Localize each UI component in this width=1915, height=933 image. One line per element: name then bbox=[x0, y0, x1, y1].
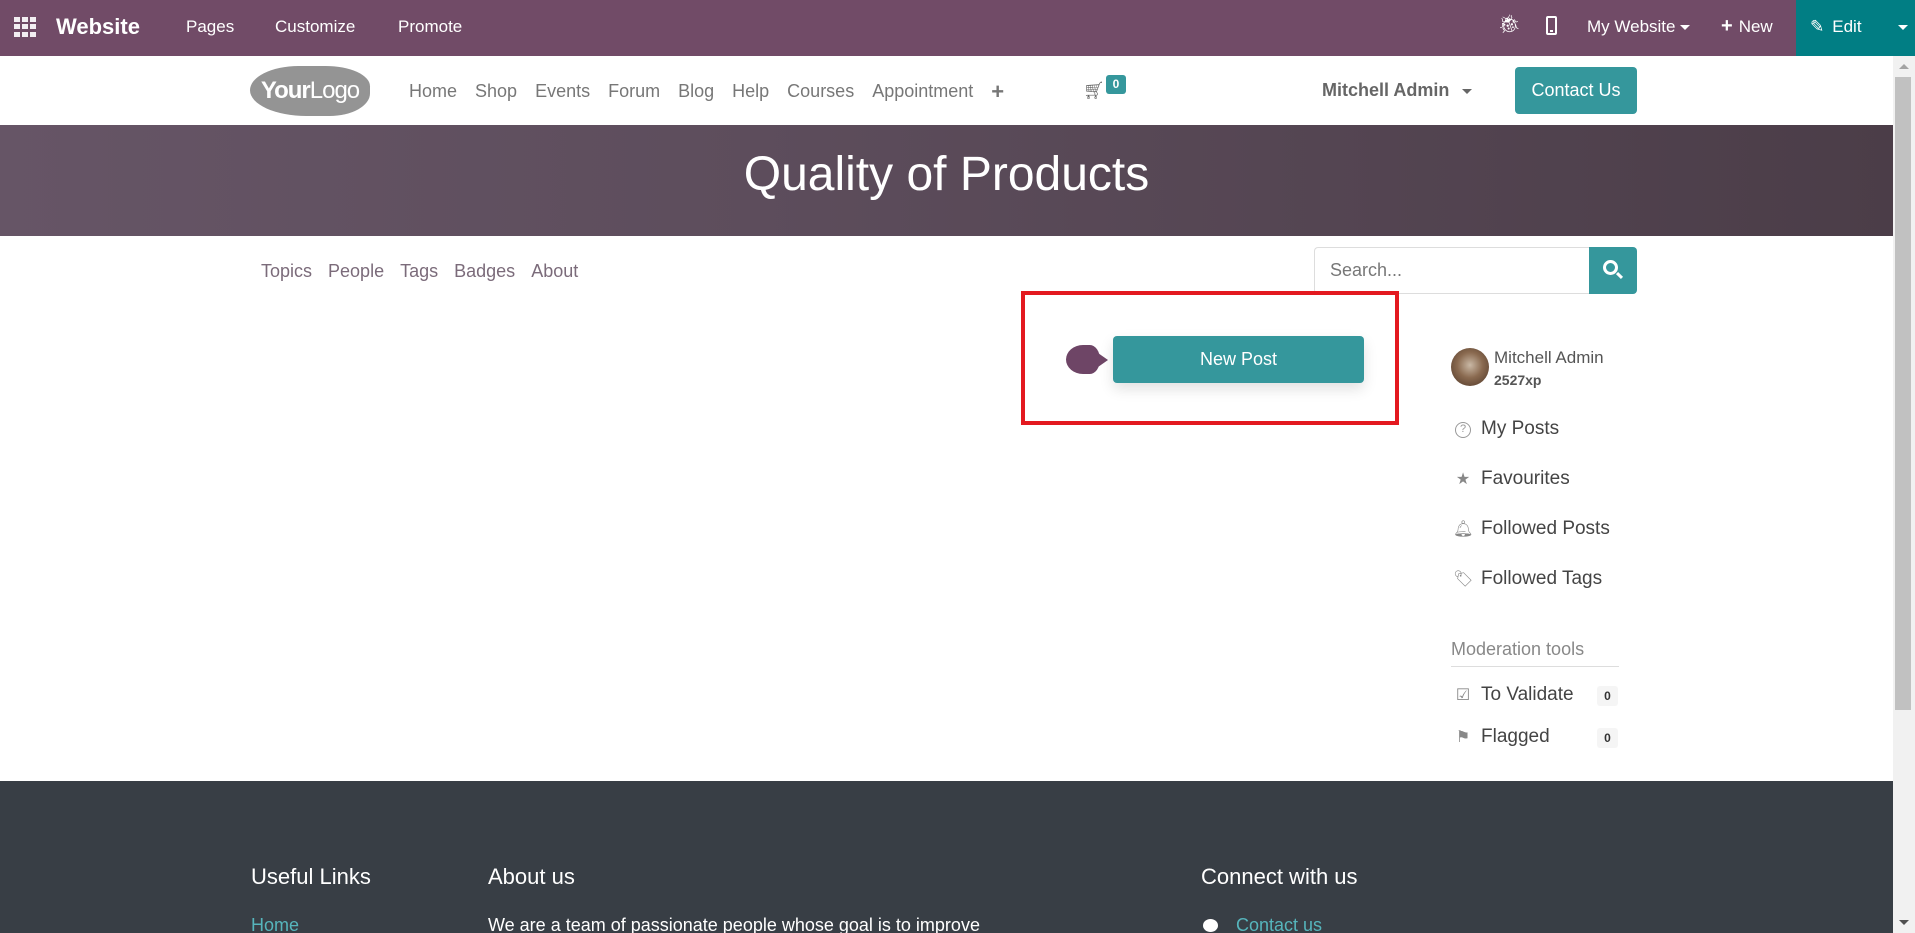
sidebar-item-label: My Posts bbox=[1481, 418, 1560, 439]
flagged-count-badge: 0 bbox=[1597, 728, 1618, 748]
forum-nav-badges[interactable]: Badges bbox=[454, 261, 515, 281]
app-name[interactable]: Website bbox=[56, 14, 140, 40]
sidebar-item-label: Followed Tags bbox=[1481, 568, 1603, 589]
main-nav: Home Shop Events Forum Blog Help Courses Appoin… bbox=[409, 79, 1044, 105]
nav-shop[interactable]: Shop bbox=[475, 81, 517, 102]
website-selector[interactable]: My Website bbox=[1587, 17, 1690, 37]
logo-light-text: Logo bbox=[309, 77, 360, 104]
new-button-label: New bbox=[1738, 17, 1773, 36]
edit-button[interactable]: ✎ Edit bbox=[1810, 17, 1862, 37]
website-selector-label: My Website bbox=[1587, 17, 1676, 36]
sidebar-item-to-validate[interactable]: ☑ To Validate bbox=[1453, 684, 1574, 706]
mobile-phone-icon[interactable] bbox=[1546, 16, 1557, 35]
caret-down-icon bbox=[1679, 25, 1690, 31]
scrollbar-thumb[interactable] bbox=[1895, 77, 1911, 710]
star-icon: ★ bbox=[1455, 471, 1471, 488]
site-footer: Useful Links Home About us We are a team… bbox=[0, 781, 1893, 933]
contact-us-button[interactable]: Contact Us bbox=[1515, 67, 1637, 114]
new-button[interactable]: + New bbox=[1721, 15, 1773, 38]
sidebar-item-followed-tags[interactable]: 🏷︎ Followed Tags bbox=[1453, 568, 1602, 590]
sidebar-item-flagged[interactable]: ⚑ Flagged bbox=[1453, 726, 1550, 748]
forum-banner: Quality of Products bbox=[0, 125, 1893, 236]
shopping-cart-icon[interactable]: 🛒︎ bbox=[1083, 81, 1105, 101]
apps-grid-icon[interactable] bbox=[14, 17, 36, 37]
nav-forum[interactable]: Forum bbox=[608, 81, 660, 102]
nav-events[interactable]: Events bbox=[535, 81, 590, 102]
forum-nav-about[interactable]: About bbox=[531, 261, 578, 281]
check-square-icon: ☑ bbox=[1455, 687, 1471, 704]
sidebar-item-followed-posts[interactable]: 🔔︎ Followed Posts bbox=[1453, 518, 1610, 540]
sidebar-user-xp: 2527xp bbox=[1494, 372, 1542, 388]
edit-button-label: Edit bbox=[1832, 17, 1862, 36]
sidebar-item-label: To Validate bbox=[1481, 684, 1574, 705]
footer-about-heading: About us bbox=[488, 864, 575, 889]
edit-dropdown-toggle[interactable] bbox=[1898, 25, 1908, 30]
scroll-down-arrow-icon[interactable] bbox=[1899, 920, 1909, 925]
cart-count-badge: 0 bbox=[1106, 75, 1126, 94]
footer-useful-links-heading: Useful Links bbox=[251, 864, 371, 889]
nav-appointment[interactable]: Appointment bbox=[872, 81, 973, 102]
site-logo[interactable]: YourLogo bbox=[250, 66, 370, 116]
nav-blog[interactable]: Blog bbox=[678, 81, 714, 102]
bell-icon: 🔔︎ bbox=[1453, 521, 1474, 538]
forum-nav-topics[interactable]: Topics bbox=[261, 261, 312, 281]
flag-icon: ⚑ bbox=[1455, 729, 1471, 746]
add-menu-plus-icon[interactable]: + bbox=[991, 79, 1004, 104]
nav-courses[interactable]: Courses bbox=[787, 81, 854, 102]
question-circle-icon: ? bbox=[1455, 422, 1471, 438]
forum-title: Quality of Products bbox=[743, 148, 1150, 201]
plus-icon: + bbox=[1721, 15, 1733, 37]
caret-down-icon bbox=[1462, 88, 1473, 94]
sidebar-item-my-posts[interactable]: ? My Posts bbox=[1453, 418, 1559, 440]
tags-icon: 🏷︎ bbox=[1453, 571, 1474, 588]
edit-group: ✎ Edit bbox=[1796, 0, 1915, 56]
page-scrollbar[interactable] bbox=[1893, 56, 1915, 933]
search-icon bbox=[1603, 260, 1618, 275]
forum-nav-tags[interactable]: Tags bbox=[400, 261, 438, 281]
forum-nav-people[interactable]: People bbox=[328, 261, 384, 281]
nav-help[interactable]: Help bbox=[732, 81, 769, 102]
menu-pages[interactable]: Pages bbox=[186, 17, 234, 37]
bug-icon[interactable]: 🐞︎ bbox=[1498, 14, 1521, 35]
sidebar-item-label: Followed Posts bbox=[1481, 518, 1610, 539]
to-validate-count-badge: 0 bbox=[1597, 686, 1618, 706]
menu-promote[interactable]: Promote bbox=[398, 17, 462, 37]
footer-connect-heading: Connect with us bbox=[1201, 864, 1358, 889]
admin-topbar: Website Pages Customize Promote 🐞︎ My We… bbox=[0, 0, 1915, 56]
forum-search-input[interactable]: Search... bbox=[1314, 247, 1589, 294]
footer-link-home[interactable]: Home bbox=[251, 915, 299, 933]
menu-customize[interactable]: Customize bbox=[275, 17, 355, 37]
sidebar-item-favourites[interactable]: ★ Favourites bbox=[1453, 468, 1570, 490]
moderation-tools-heading: Moderation tools bbox=[1451, 639, 1619, 667]
tour-pointer-icon bbox=[1066, 345, 1108, 374]
user-avatar[interactable] bbox=[1451, 348, 1489, 386]
forum-nav: Topics People Tags Badges About bbox=[261, 261, 594, 282]
comment-icon bbox=[1203, 919, 1218, 932]
scroll-up-arrow-icon[interactable] bbox=[1899, 64, 1909, 69]
sidebar-item-label: Favourites bbox=[1481, 468, 1570, 489]
user-account-name: Mitchell Admin bbox=[1322, 80, 1450, 100]
sidebar-item-label: Flagged bbox=[1481, 726, 1550, 747]
site-header: YourLogo Home Shop Events Forum Blog Help Cour… bbox=[0, 56, 1893, 125]
footer-link-contact-us[interactable]: Contact us bbox=[1236, 915, 1322, 933]
new-post-button[interactable]: New Post bbox=[1113, 336, 1364, 383]
search-button[interactable] bbox=[1589, 247, 1637, 294]
footer-about-text: We are a team of passionate people whose… bbox=[488, 915, 980, 933]
user-account-dropdown[interactable]: Mitchell Admin bbox=[1322, 80, 1473, 101]
sidebar-user-name[interactable]: Mitchell Admin bbox=[1494, 348, 1604, 368]
logo-bold-text: Your bbox=[260, 77, 311, 104]
nav-home[interactable]: Home bbox=[409, 81, 457, 102]
pencil-icon: ✎ bbox=[1810, 17, 1825, 36]
